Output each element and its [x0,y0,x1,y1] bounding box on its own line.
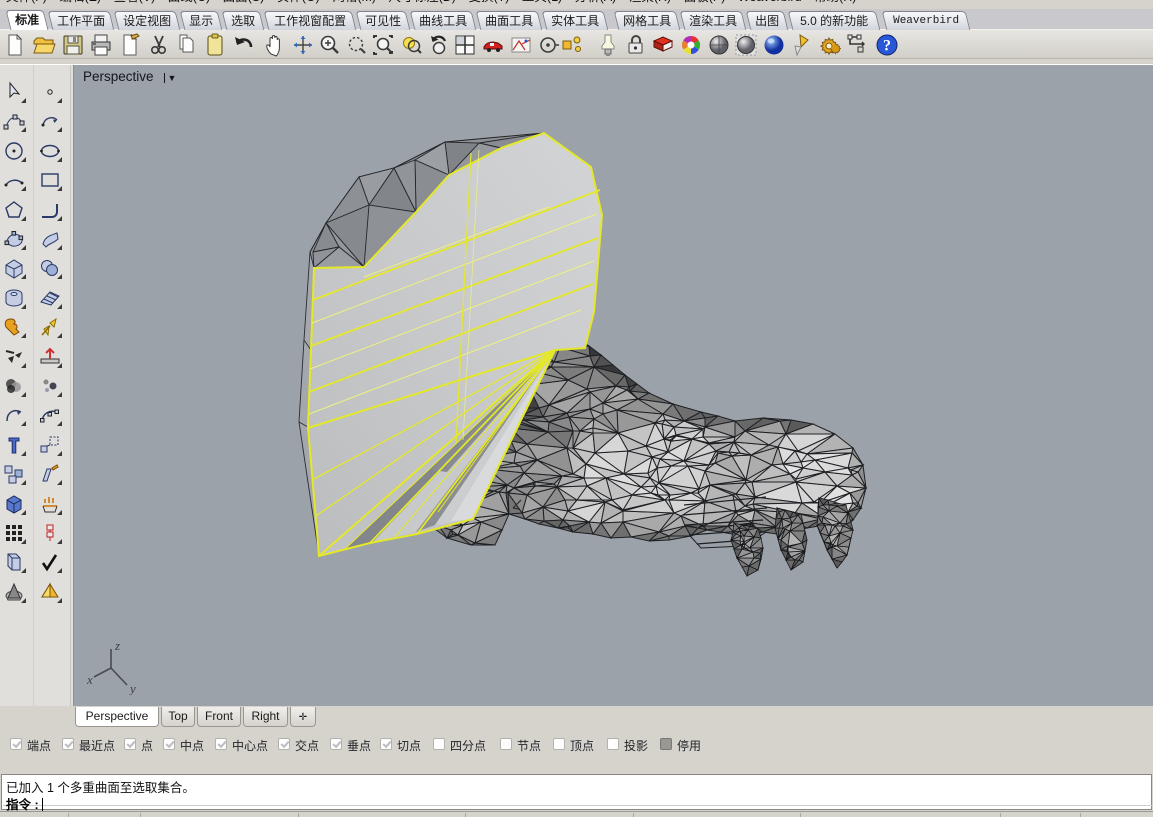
svg-text:x: x [86,672,93,687]
svg-text:y: y [128,681,136,695]
svg-text:z: z [114,640,120,653]
svg-text:?: ? [883,38,891,55]
